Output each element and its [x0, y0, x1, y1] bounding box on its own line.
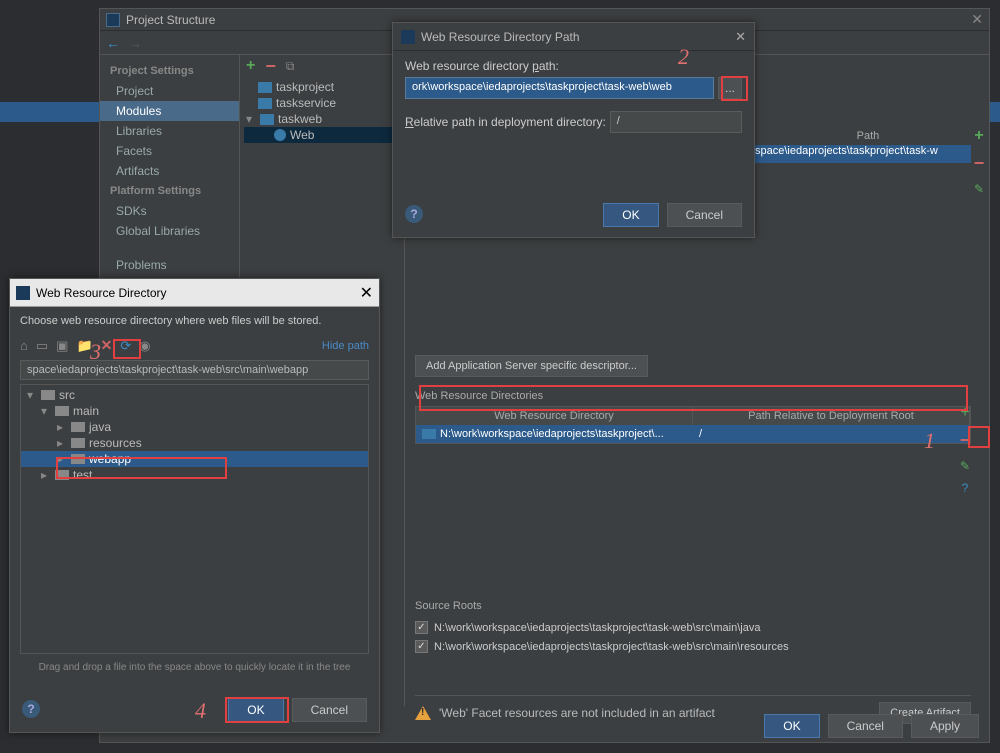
- warning-icon: [415, 706, 431, 720]
- ps-title: Project Structure: [126, 13, 215, 27]
- wrdp-path-label: Web resource directory path:: [405, 59, 742, 73]
- source-roots-section: Source Roots ✓N:\work\workspace\iedaproj…: [415, 600, 971, 656]
- close-icon[interactable]: ✕: [971, 11, 983, 28]
- intellij-icon: [106, 13, 120, 27]
- sidebar-item-modules[interactable]: Modules: [100, 101, 239, 121]
- wrd-col-2: Path Relative to Deployment Root: [693, 407, 970, 425]
- source-root-row[interactable]: ✓N:\work\workspace\iedaprojects\taskproj…: [415, 618, 971, 637]
- add-module-icon[interactable]: +: [246, 57, 255, 75]
- close-icon[interactable]: ✕: [360, 283, 373, 303]
- sidebar-item-project[interactable]: Project: [100, 81, 239, 101]
- module-row[interactable]: ▾taskweb: [244, 111, 400, 127]
- intellij-icon: [401, 30, 415, 44]
- show-hidden-icon[interactable]: ◉: [139, 338, 150, 354]
- remove-icon[interactable]: −: [974, 153, 985, 174]
- module-row-web[interactable]: Web: [244, 127, 400, 143]
- help-icon[interactable]: ?: [22, 700, 40, 718]
- remove-icon[interactable]: −: [960, 430, 971, 451]
- folder-icon: [55, 470, 69, 480]
- module-row[interactable]: taskservice: [244, 95, 400, 111]
- add-descriptor-button[interactable]: Add Application Server specific descript…: [415, 355, 648, 377]
- sidebar-group-project: Project Settings: [100, 61, 239, 81]
- wrd-col-1: Web Resource Directory: [416, 407, 693, 425]
- wrd-title: Web Resource Directory: [36, 286, 167, 300]
- tree-row: ▾src: [21, 387, 368, 403]
- module-row[interactable]: taskproject: [244, 79, 400, 95]
- add-icon[interactable]: +: [960, 404, 969, 422]
- sidebar-item-sdks[interactable]: SDKs: [100, 201, 239, 221]
- wrdp-rel-label: Relative path in deployment directory:: [405, 115, 606, 129]
- apply-button[interactable]: Apply: [911, 714, 979, 738]
- ok-button[interactable]: OK: [603, 203, 658, 227]
- help-icon[interactable]: ?: [405, 205, 423, 223]
- intellij-icon: [16, 286, 30, 300]
- wrd-file-chooser: Web Resource Directory ✕ Choose web reso…: [9, 278, 380, 733]
- wrd-tree[interactable]: ▾src ▾main ▸java ▸resources ▸webapp ▸tes…: [20, 384, 369, 654]
- remove-module-icon[interactable]: −: [265, 56, 276, 77]
- ok-button[interactable]: OK: [228, 698, 283, 722]
- nav-back-icon[interactable]: ←: [106, 35, 120, 51]
- copy-module-icon[interactable]: ⧉: [286, 59, 295, 74]
- sidebar-item-facets[interactable]: Facets: [100, 141, 239, 161]
- refresh-icon[interactable]: ⟳: [120, 338, 131, 354]
- sidebar-item-libraries[interactable]: Libraries: [100, 121, 239, 141]
- edit-icon[interactable]: ✎: [960, 459, 970, 473]
- home-icon[interactable]: ⌂: [20, 338, 28, 353]
- tree-row-selected: ▸webapp: [21, 451, 368, 467]
- tree-row: ▸java: [21, 419, 368, 435]
- sidebar-group-platform: Platform Settings: [100, 181, 239, 201]
- cancel-button[interactable]: Cancel: [828, 714, 903, 738]
- tree-row: ▾main: [21, 403, 368, 419]
- wrdp-dialog: Web Resource Directory Path ✕ Web resour…: [392, 22, 755, 238]
- edit-icon[interactable]: ✎: [974, 182, 984, 196]
- folder-icon: [41, 390, 55, 400]
- sidebar-item-problems[interactable]: Problems: [100, 255, 239, 275]
- ok-button[interactable]: OK: [764, 714, 819, 738]
- tree-row: ▸resources: [21, 435, 368, 451]
- nav-fwd-icon[interactable]: →: [128, 35, 142, 51]
- wrd-toolbar: ⌂ ▭ ▣ 📁 ✕ ⟳ ◉ Hide path: [10, 335, 379, 356]
- wrdp-rel-input[interactable]: /: [610, 111, 742, 133]
- source-roots-label: Source Roots: [415, 600, 971, 612]
- add-icon[interactable]: +: [974, 127, 983, 145]
- help-icon[interactable]: ?: [962, 481, 969, 495]
- project-icon[interactable]: ▣: [56, 338, 68, 354]
- browse-button[interactable]: ...: [718, 77, 742, 99]
- sidebar-item-global-libs[interactable]: Global Libraries: [100, 221, 239, 241]
- wrd-section-label: Web Resource Directories: [415, 390, 971, 402]
- new-folder-icon[interactable]: 📁: [76, 338, 92, 354]
- delete-icon[interactable]: ✕: [101, 337, 113, 354]
- cancel-button[interactable]: Cancel: [667, 203, 742, 227]
- folder-icon: [422, 429, 436, 439]
- checkbox-icon[interactable]: ✓: [415, 621, 428, 634]
- hide-path-link[interactable]: Hide path: [322, 340, 369, 352]
- wrd-subtitle: Choose web resource directory where web …: [10, 307, 379, 335]
- wrd-section: Web Resource Directories Web Resource Di…: [415, 390, 971, 444]
- wrdp-path-input[interactable]: ork\workspace\iedaprojects\taskproject\t…: [405, 77, 714, 99]
- folder-icon: [71, 454, 85, 464]
- wrd-path-input[interactable]: space\iedaprojects\taskproject\task-web\…: [20, 360, 369, 380]
- folder-icon: [71, 422, 85, 432]
- warning-text: 'Web' Facet resources are not included i…: [439, 706, 715, 720]
- wrdp-title: Web Resource Directory Path: [421, 30, 580, 44]
- wrd-table: Web Resource Directory Path Relative to …: [415, 406, 971, 444]
- sidebar-item-artifacts[interactable]: Artifacts: [100, 161, 239, 181]
- folder-icon: [55, 406, 69, 416]
- wrd-table-row[interactable]: N:\work\workspace\iedaprojects\taskproje…: [416, 425, 970, 443]
- cancel-button[interactable]: Cancel: [292, 698, 367, 722]
- checkbox-icon[interactable]: ✓: [415, 640, 428, 653]
- desktop-icon[interactable]: ▭: [36, 338, 48, 354]
- tree-row: ▸test: [21, 467, 368, 483]
- folder-icon: [71, 438, 85, 448]
- wrd-drag-hint: Drag and drop a file into the space abov…: [10, 658, 379, 677]
- close-icon[interactable]: ✕: [735, 29, 746, 45]
- source-root-row[interactable]: ✓N:\work\workspace\iedaprojects\taskproj…: [415, 637, 971, 656]
